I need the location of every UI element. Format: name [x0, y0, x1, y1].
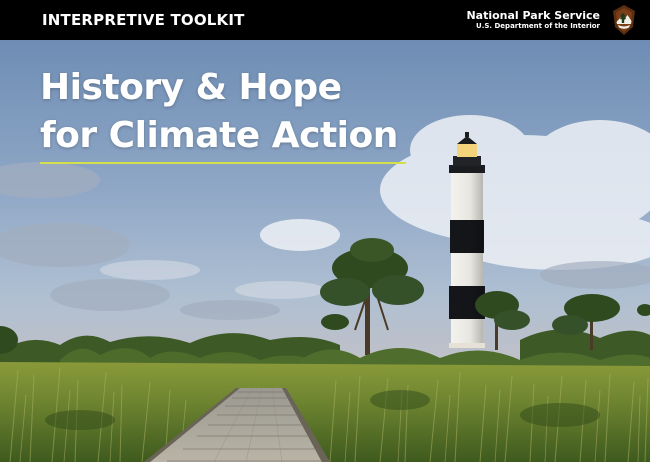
agency-name: National Park Service [466, 9, 600, 22]
department-name: U.S. Department of the Interior [476, 22, 600, 30]
cover-title: History & Hope for Climate Action [40, 64, 398, 160]
header-bar: INTERPRETIVE TOOLKIT National Park Servi… [0, 0, 650, 40]
title-line-1: History & Hope [40, 67, 342, 108]
nps-arrowhead-icon [613, 5, 635, 35]
toolkit-label: INTERPRETIVE TOOLKIT [42, 11, 245, 29]
toolkit-cover: INTERPRETIVE TOOLKIT National Park Servi… [0, 0, 650, 462]
title-line-2: for Climate Action [40, 115, 398, 156]
title-underline [40, 162, 406, 164]
agency-block: National Park Service U.S. Department of… [466, 9, 600, 31]
